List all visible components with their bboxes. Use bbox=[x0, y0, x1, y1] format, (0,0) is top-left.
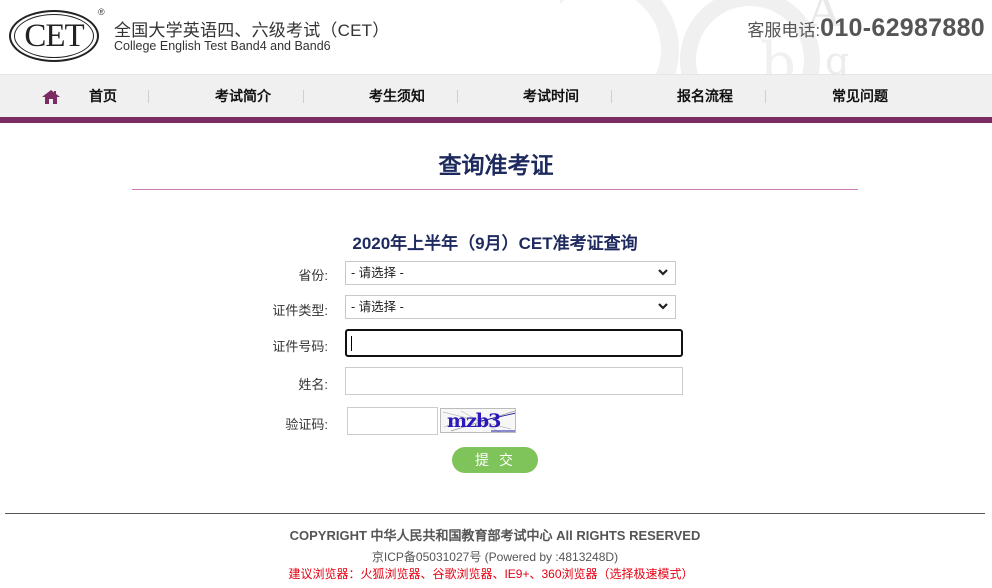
province-select[interactable]: - 请选择 - bbox=[345, 261, 676, 285]
nav-accent-bar bbox=[0, 117, 992, 123]
home-icon[interactable] bbox=[42, 90, 60, 104]
phone-label: 客服电话: bbox=[747, 21, 821, 40]
nav-item-candidate-notice[interactable]: 考生须知 bbox=[359, 75, 435, 118]
site-title-en: College English Test Band4 and Band6 bbox=[114, 39, 331, 53]
nav-separator bbox=[148, 90, 149, 103]
name-input[interactable] bbox=[345, 367, 683, 395]
nav-item-home[interactable]: 首页 bbox=[80, 75, 126, 118]
id-type-select[interactable]: - 请选择 - bbox=[345, 295, 676, 319]
nav-separator bbox=[457, 90, 458, 103]
province-selected-value: - 请选择 - bbox=[351, 266, 404, 280]
logo-text: CET bbox=[24, 18, 84, 54]
submit-button[interactable]: 提交 bbox=[452, 447, 538, 473]
footer-copyright: COPYRIGHT 中华人民共和国教育部考试中心 All RIGHTS RESE… bbox=[289, 528, 701, 543]
captcha-text: mzb3 bbox=[447, 410, 501, 432]
svg-text:g: g bbox=[825, 39, 849, 74]
main-nav: 首页 考试简介 考生须知 考试时间 报名流程 常见问题 bbox=[0, 74, 992, 117]
footer-browser-tip: 建议浏览器：火狐浏览器、谷歌浏览器、IE9+、360浏览器（选择极速模式） bbox=[288, 567, 694, 581]
name-label: 姓名: bbox=[298, 377, 328, 392]
registered-mark: ® bbox=[98, 7, 105, 17]
id-type-label: 证件类型: bbox=[272, 303, 328, 318]
captcha-image[interactable]: mzb3 bbox=[440, 408, 516, 433]
title-divider bbox=[132, 189, 858, 190]
nav-separator bbox=[303, 90, 304, 103]
chevron-down-icon bbox=[658, 269, 668, 276]
nav-item-exam-time[interactable]: 考试时间 bbox=[513, 75, 589, 118]
site-title-cn: 全国大学英语四、六级考试（CET） bbox=[114, 21, 390, 40]
id-type-selected-value: - 请选择 - bbox=[351, 300, 404, 314]
footer-icp: 京ICP备05031027号 (Powered by :4813248D) bbox=[371, 550, 619, 564]
phone-number: 010-62987880 bbox=[820, 14, 985, 42]
nav-item-registration-process[interactable]: 报名流程 bbox=[667, 75, 743, 118]
nav-separator bbox=[611, 90, 612, 103]
id-number-input[interactable] bbox=[345, 329, 683, 357]
captcha-input[interactable] bbox=[347, 407, 438, 435]
query-subtitle: 2020年上半年（9月）CET准考证查询 bbox=[352, 234, 638, 253]
footer-divider bbox=[5, 513, 985, 514]
nav-separator bbox=[765, 90, 766, 103]
page-title: 查询准考证 bbox=[438, 152, 554, 178]
id-number-label: 证件号码: bbox=[272, 339, 328, 354]
service-phone: 客服电话: 010-62987880 bbox=[747, 14, 985, 43]
captcha-label: 验证码: bbox=[285, 417, 328, 432]
chevron-down-icon bbox=[658, 303, 668, 310]
cet-logo[interactable]: CET ® bbox=[9, 7, 105, 62]
province-label: 省份: bbox=[298, 268, 328, 283]
nav-item-exam-intro[interactable]: 考试简介 bbox=[205, 75, 281, 118]
site-header: A b g CET ® 全国大学英语四、六级考试（CET） College En… bbox=[0, 0, 992, 74]
text-caret bbox=[351, 336, 352, 351]
nav-item-faq[interactable]: 常见问题 bbox=[822, 75, 898, 118]
